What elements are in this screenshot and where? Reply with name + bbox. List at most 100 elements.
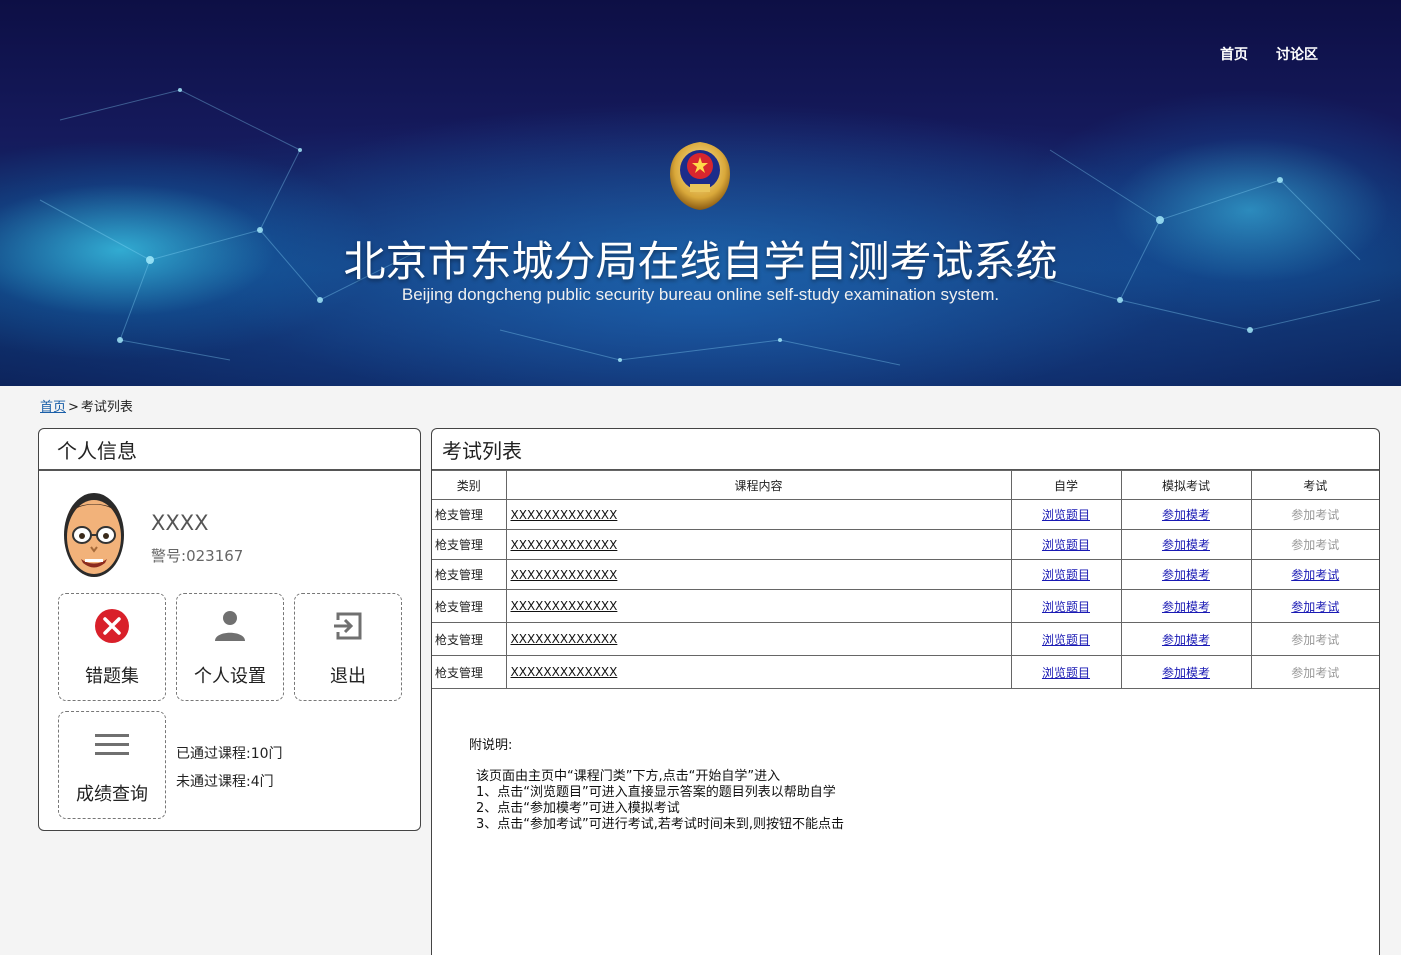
take-exam-disabled: 参加考试 (1291, 508, 1340, 522)
join-mock-exam-link[interactable]: 参加模考 (1162, 508, 1210, 522)
row-study-cell: 浏览题目 (1010, 529, 1122, 560)
top-navigation: 首页 讨论区 (1220, 44, 1318, 64)
take-exam-link[interactable]: 参加考试 (1291, 600, 1339, 614)
exam-list-heading: 考试列表 (432, 429, 1379, 470)
row-exam-cell: 参加考试 (1250, 559, 1379, 590)
notes-line: 1、点击“浏览题目”可进入直接显示答案的题目列表以帮助自学 (476, 785, 836, 800)
take-exam-link[interactable]: 参加考试 (1291, 568, 1339, 582)
table-row: 枪支管理 XXXXXXXXXXXXX 浏览题目 参加模考 参加考试 (432, 559, 1379, 590)
row-exam-cell: 参加考试 (1250, 622, 1379, 656)
logout-label: 退出 (330, 666, 366, 687)
row-content: XXXXXXXXXXXXX (510, 567, 618, 582)
row-content: XXXXXXXXXXXXX (510, 632, 618, 646)
profile-heading: 个人信息 (39, 429, 420, 471)
profile-panel: 个人信息 XXXX 警号:023167 错题集 个人设置 退出 成绩查询 已通过… (38, 428, 421, 831)
row-content: XXXXXXXXXXXXX (510, 665, 618, 679)
row-exam-cell: 参加考试 (1250, 589, 1379, 623)
row-study-cell: 浏览题目 (1010, 499, 1122, 530)
row-mock-cell: 参加模考 (1120, 655, 1252, 689)
row-category: 枪支管理 (432, 589, 507, 623)
nav-home-link[interactable]: 首页 (1220, 44, 1248, 64)
row-category: 枪支管理 (432, 559, 507, 590)
wrong-questions-label: 错题集 (85, 666, 139, 687)
system-subtitle: Beijing dongcheng public security bureau… (401, 285, 1000, 304)
row-content-cell: XXXXXXXXXXXXX (505, 655, 1012, 689)
user-name: XXXX (151, 511, 209, 535)
avatar-icon (64, 493, 124, 577)
row-exam-cell: 参加考试 (1250, 499, 1379, 530)
row-study-cell: 浏览题目 (1010, 655, 1122, 689)
notes-title: 附说明: (469, 738, 513, 753)
close-circle-icon (95, 609, 129, 643)
breadcrumb-home-link[interactable]: 首页 (40, 400, 66, 415)
row-study-cell: 浏览题目 (1010, 622, 1122, 656)
table-row: 枪支管理 XXXXXXXXXXXXX 浏览题目 参加模考 参加考试 (432, 655, 1379, 689)
score-query-button[interactable]: 成绩查询 (58, 711, 166, 819)
notes-line: 该页面由主页中“课程门类”下方,点击“开始自学”进入 (476, 769, 781, 784)
column-header-content: 课程内容 (505, 470, 1012, 500)
badge-value: 023167 (186, 547, 244, 565)
badge-label: 警号: (151, 547, 187, 565)
row-mock-cell: 参加模考 (1120, 529, 1252, 560)
row-mock-cell: 参加模考 (1120, 589, 1252, 623)
row-content-cell: XXXXXXXXXXXXX (505, 529, 1012, 560)
row-content: XXXXXXXXXXXXX (510, 537, 618, 552)
row-mock-cell: 参加模考 (1120, 622, 1252, 656)
exam-table-body: 枪支管理 XXXXXXXXXXXXX 浏览题目 参加模考 参加考试 枪支管理 XXXXXXX… (432, 499, 1379, 689)
score-query-label: 成绩查询 (76, 784, 148, 805)
join-mock-exam-link[interactable]: 参加模考 (1162, 633, 1210, 647)
row-content: XXXXXXXXXXXXX (510, 507, 618, 522)
notes-line: 3、点击“参加考试”可进行考试,若考试时间未到,则按钮不能点击 (476, 817, 845, 832)
row-content-cell: XXXXXXXXXXXXX (505, 622, 1012, 656)
logout-button[interactable]: 退出 (294, 593, 402, 701)
column-header-study: 自学 (1010, 470, 1122, 500)
row-category: 枪支管理 (432, 499, 507, 530)
browse-questions-link[interactable]: 浏览题目 (1042, 666, 1090, 680)
row-content-cell: XXXXXXXXXXXXX (505, 589, 1012, 623)
exit-icon (334, 612, 362, 640)
take-exam-disabled: 参加考试 (1291, 632, 1340, 647)
row-mock-cell: 参加模考 (1120, 499, 1252, 530)
join-mock-exam-link[interactable]: 参加模考 (1162, 600, 1210, 614)
browse-questions-link[interactable]: 浏览题目 (1042, 600, 1090, 614)
wrong-questions-button[interactable]: 错题集 (58, 593, 166, 701)
personal-settings-label: 个人设置 (194, 666, 266, 687)
row-category: 枪支管理 (432, 622, 507, 656)
table-row: 枪支管理 XXXXXXXXXXXXX 浏览题目 参加模考 参加考试 (432, 589, 1379, 623)
breadcrumb-current: 考试列表 (80, 400, 133, 415)
breadcrumb-separator: > (68, 400, 79, 415)
take-exam-disabled: 参加考试 (1291, 665, 1340, 680)
badge-number: 警号:023167 (151, 545, 243, 566)
row-mock-cell: 参加模考 (1120, 559, 1252, 590)
row-study-cell: 浏览题目 (1010, 559, 1122, 590)
menu-icon (95, 734, 129, 755)
table-row: 枪支管理 XXXXXXXXXXXXX 浏览题目 参加模考 参加考试 (432, 499, 1379, 530)
exam-list-panel: 考试列表 类别 课程内容 自学 模拟考试 考试 枪支管理 XXXXXXXXXXXX… (431, 428, 1380, 955)
personal-settings-button[interactable]: 个人设置 (176, 593, 284, 701)
table-header-row: 类别 课程内容 自学 模拟考试 考试 (432, 470, 1379, 500)
browse-questions-link[interactable]: 浏览题目 (1042, 538, 1090, 552)
column-header-category: 类别 (432, 470, 507, 500)
person-icon (215, 611, 245, 641)
police-emblem-icon (670, 142, 730, 210)
row-exam-cell: 参加考试 (1250, 655, 1379, 689)
row-category: 枪支管理 (432, 529, 507, 560)
header-banner: 首页 讨论区 北京市东城分局在线自学自测考试系统 Beijing dongche… (0, 0, 1401, 386)
row-study-cell: 浏览题目 (1010, 589, 1122, 623)
browse-questions-link[interactable]: 浏览题目 (1042, 633, 1090, 647)
row-category: 枪支管理 (432, 655, 507, 689)
nav-forum-link[interactable]: 讨论区 (1276, 44, 1318, 64)
failed-courses: 未通过课程:4门 (176, 774, 274, 790)
table-row: 枪支管理 XXXXXXXXXXXXX 浏览题目 参加模考 参加考试 (432, 622, 1379, 656)
take-exam-disabled: 参加考试 (1291, 538, 1340, 552)
join-mock-exam-link[interactable]: 参加模考 (1162, 538, 1210, 552)
row-content: XXXXXXXXXXXXX (510, 599, 618, 613)
browse-questions-link[interactable]: 浏览题目 (1042, 508, 1090, 522)
browse-questions-link[interactable]: 浏览题目 (1042, 568, 1090, 582)
exam-table: 类别 课程内容 自学 模拟考试 考试 枪支管理 XXXXXXXXXXXXX 浏览题目… (432, 470, 1379, 689)
join-mock-exam-link[interactable]: 参加模考 (1162, 666, 1210, 680)
column-header-exam: 考试 (1250, 470, 1379, 500)
join-mock-exam-link[interactable]: 参加模考 (1162, 568, 1210, 582)
table-row: 枪支管理 XXXXXXXXXXXXX 浏览题目 参加模考 参加考试 (432, 529, 1379, 560)
passed-courses: 已通过课程:10门 (176, 746, 283, 762)
